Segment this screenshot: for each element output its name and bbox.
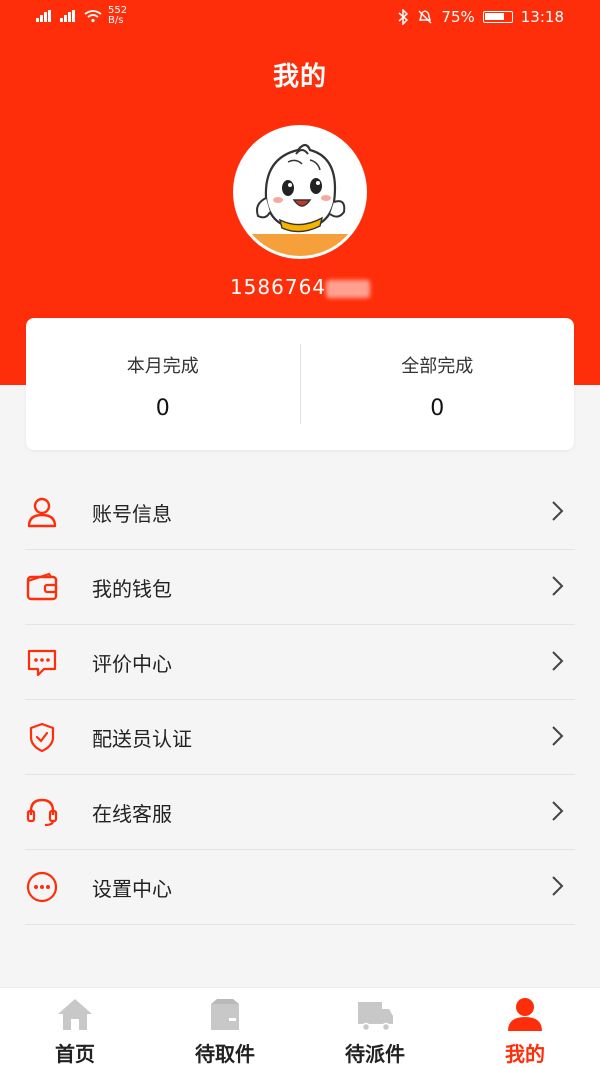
battery-icon: [482, 11, 513, 23]
menu-item-label: 我的钱包: [92, 576, 172, 601]
stat-all[interactable]: 全部完成 0: [301, 318, 575, 450]
tab-home[interactable]: 首页: [0, 988, 150, 1067]
menu-item-label: 账号信息: [92, 501, 172, 526]
person-icon: [508, 998, 542, 1031]
stat-all-label: 全部完成: [401, 356, 474, 377]
battery-percent: 75%: [441, 8, 475, 26]
tab-label: 首页: [55, 1042, 95, 1066]
chevron-right-icon: [552, 726, 564, 746]
menu-item-settings[interactable]: 设置中心: [25, 850, 575, 925]
phone-redaction: [326, 279, 371, 298]
chevron-right-icon: [552, 651, 564, 671]
stat-month-label: 本月完成: [126, 356, 199, 377]
package-icon: [211, 999, 239, 1030]
more-icon: [25, 870, 77, 904]
menu-item-label: 配送员认证: [92, 726, 192, 751]
tab-mine[interactable]: 我的: [450, 988, 600, 1067]
stat-month[interactable]: 本月完成 0: [26, 318, 300, 450]
mute-icon: [418, 10, 432, 24]
chevron-right-icon: [552, 876, 564, 896]
stat-all-value: 0: [430, 396, 445, 421]
menu-item-account-info[interactable]: 账号信息: [25, 475, 575, 550]
profile-page: 552 B/s 75% 13:18 我的 1586764 本月完成 0 全部完成…: [0, 0, 600, 1067]
stat-month-value: 0: [155, 396, 170, 421]
sim2-signal-icon: [60, 10, 78, 22]
truck-icon: [358, 1002, 393, 1032]
bluetooth-icon: [398, 9, 409, 25]
network-indicators: 552 B/s: [36, 6, 127, 26]
bottom-tab-bar: 首页 待取件 待派件 我的: [0, 987, 600, 1067]
chevron-right-icon: [552, 801, 564, 821]
menu-item-online-service[interactable]: 在线客服: [25, 775, 575, 850]
sim1-signal-icon: [36, 10, 54, 22]
menu-item-courier-verify[interactable]: 配送员认证: [25, 700, 575, 775]
wallet-icon: [25, 570, 77, 604]
wifi-icon: [84, 10, 102, 23]
user-icon: [25, 495, 77, 529]
net-speed-unit: B/s: [108, 15, 124, 26]
menu-list: 账号信息 我的钱包 评价中心 配送员认证 在线客服 设置中心: [0, 475, 600, 925]
user-phone: 1586764: [0, 275, 600, 299]
chevron-right-icon: [552, 501, 564, 521]
tab-label: 我的: [505, 1042, 545, 1066]
menu-item-label: 设置中心: [92, 876, 172, 901]
chevron-right-icon: [552, 576, 564, 596]
home-icon: [58, 999, 92, 1030]
tab-pending-pickup[interactable]: 待取件: [150, 988, 300, 1067]
headset-icon: [25, 795, 77, 829]
system-indicators: 75% 13:18: [397, 8, 564, 26]
clock: 13:18: [520, 8, 564, 26]
phone-number: 1586764: [229, 275, 327, 299]
page-title: 我的: [272, 62, 327, 92]
stats-card: 本月完成 0 全部完成 0: [26, 318, 574, 450]
menu-item-label: 在线客服: [92, 801, 172, 826]
avatar[interactable]: [233, 125, 367, 259]
tab-label: 待取件: [195, 1042, 255, 1066]
avatar-ribbon: [236, 234, 364, 256]
menu-item-wallet[interactable]: 我的钱包: [25, 550, 575, 625]
status-bar: 552 B/s 75% 13:18: [0, 0, 600, 36]
menu-item-label: 评价中心: [92, 651, 172, 676]
tab-label: 待派件: [345, 1042, 405, 1066]
menu-item-reviews[interactable]: 评价中心: [25, 625, 575, 700]
comment-icon: [25, 645, 77, 679]
tab-pending-delivery[interactable]: 待派件: [300, 988, 450, 1067]
shield-icon: [25, 720, 77, 754]
